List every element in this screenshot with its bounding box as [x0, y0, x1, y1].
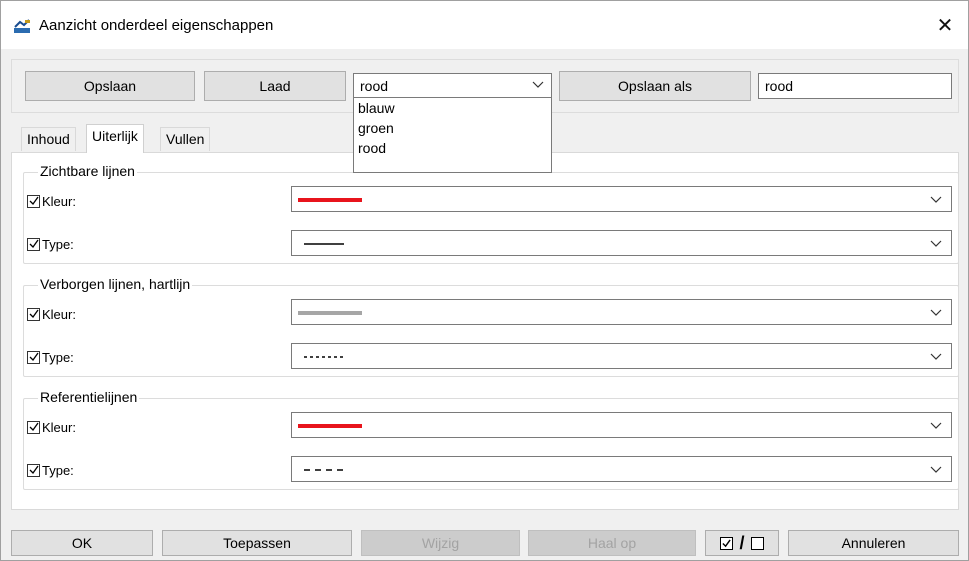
reference-color-select[interactable] — [291, 412, 952, 438]
unchecked-box-icon — [750, 536, 764, 550]
modify-button[interactable]: Wijzig — [361, 530, 520, 556]
save-button[interactable]: Opslaan — [25, 71, 195, 101]
checkmark-icon — [29, 239, 39, 249]
checkmark-icon — [29, 422, 39, 432]
preset-option[interactable]: blauw — [354, 98, 551, 118]
preset-dropdown-list: blauw groen rood — [353, 97, 552, 173]
line-type-preview — [304, 243, 344, 245]
hidden-color-select[interactable] — [291, 299, 952, 325]
section-title: Referentielijnen — [38, 389, 140, 405]
checkbox[interactable] — [27, 463, 40, 477]
chevron-down-icon[interactable] — [531, 79, 545, 91]
line-type-preview — [304, 469, 344, 471]
checkmark-icon — [29, 309, 39, 319]
color-label: Kleur: — [42, 419, 76, 435]
visible-color-checkbox-row[interactable]: Kleur: — [27, 192, 76, 210]
toggle-separator: / — [739, 533, 745, 553]
close-icon[interactable]: ✕ — [937, 13, 954, 38]
color-swatch — [298, 198, 362, 202]
save-as-name-input[interactable]: rood — [758, 73, 952, 99]
checkmark-icon — [29, 352, 39, 362]
window-title: Aanzicht onderdeel eigenschappen — [39, 17, 274, 34]
type-label: Type: — [42, 236, 74, 252]
tab-inhoud[interactable]: Inhoud — [21, 127, 76, 151]
color-label: Kleur: — [42, 306, 76, 322]
load-button[interactable]: Laad — [204, 71, 346, 101]
visible-type-checkbox-row[interactable]: Type: — [27, 235, 74, 253]
visible-type-select[interactable] — [291, 230, 952, 256]
checkbox[interactable] — [27, 237, 40, 251]
title-bar: Aanzicht onderdeel eigenschappen ✕ — [1, 1, 968, 49]
save-as-name-value: rood — [765, 78, 794, 94]
color-label: Kleur: — [42, 193, 76, 209]
reference-type-checkbox-row[interactable]: Type: — [27, 461, 74, 479]
section-title: Zichtbare lijnen — [38, 163, 137, 179]
ok-button[interactable]: OK — [11, 530, 153, 556]
preset-combobox-value: rood — [360, 78, 389, 94]
chevron-down-icon[interactable] — [929, 351, 943, 363]
type-label: Type: — [42, 349, 74, 365]
checkbox[interactable] — [27, 350, 40, 364]
section-title: Verborgen lijnen, hartlijn — [38, 276, 193, 292]
chevron-down-icon[interactable] — [929, 464, 943, 476]
checkmark-icon — [722, 538, 732, 547]
chevron-down-icon[interactable] — [929, 194, 943, 206]
checked-box-icon — [720, 536, 734, 550]
save-as-button[interactable]: Opslaan als — [559, 71, 751, 101]
check-all-toggle-button[interactable]: / — [705, 530, 779, 556]
checkbox[interactable] — [27, 194, 40, 208]
color-swatch — [298, 311, 362, 315]
chevron-down-icon[interactable] — [929, 238, 943, 250]
visible-color-select[interactable] — [291, 186, 952, 212]
line-type-preview — [304, 356, 344, 358]
part-view-icon — [14, 19, 30, 33]
hidden-color-checkbox-row[interactable]: Kleur: — [27, 305, 76, 323]
hidden-type-checkbox-row[interactable]: Type: — [27, 348, 74, 366]
tab-vullen[interactable]: Vullen — [160, 127, 211, 151]
preset-option[interactable]: groen — [354, 118, 551, 138]
close-button[interactable]: ✕ — [922, 1, 968, 49]
cancel-button[interactable]: Annuleren — [788, 530, 959, 556]
color-swatch — [298, 424, 362, 428]
reference-color-checkbox-row[interactable]: Kleur: — [27, 418, 76, 436]
chevron-down-icon[interactable] — [929, 307, 943, 319]
preset-option[interactable]: rood — [354, 138, 551, 158]
apply-button[interactable]: Toepassen — [162, 530, 352, 556]
tab-uiterlijk[interactable]: Uiterlijk — [86, 124, 144, 153]
fetch-button[interactable]: Haal op — [528, 530, 696, 556]
type-label: Type: — [42, 462, 74, 478]
checkbox[interactable] — [27, 420, 40, 434]
dialog-window: Aanzicht onderdeel eigenschappen ✕ Opsla… — [0, 0, 969, 561]
preset-combobox[interactable]: rood — [353, 73, 552, 99]
checkbox[interactable] — [27, 307, 40, 321]
checkmark-icon — [29, 196, 39, 206]
chevron-down-icon[interactable] — [929, 420, 943, 432]
checkmark-icon — [29, 465, 39, 475]
hidden-type-select[interactable] — [291, 343, 952, 369]
reference-type-select[interactable] — [291, 456, 952, 482]
